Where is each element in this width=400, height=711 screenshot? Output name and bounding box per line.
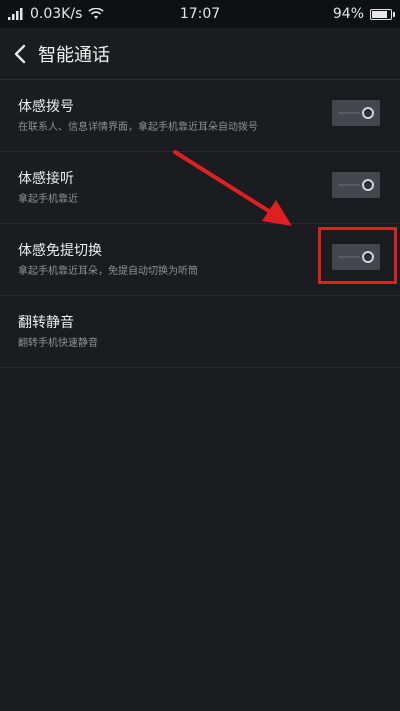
setting-title: 体感接听 — [18, 171, 74, 187]
setting-title: 体感拨号 — [18, 99, 74, 115]
toggle-track — [338, 256, 360, 258]
setting-description: 在联系人、信息详情界面，拿起手机靠近耳朵自动拨号 — [18, 122, 258, 133]
motion-speaker-switch-toggle[interactable] — [332, 244, 380, 270]
toggle-knob — [362, 107, 374, 119]
wifi-icon — [88, 8, 104, 19]
setting-row-flip-mute[interactable]: 翻转静音 翻转手机快速静音 — [0, 296, 400, 368]
battery-level-fill — [372, 10, 387, 18]
battery-percent: 94% — [332, 6, 364, 22]
toggle-track — [338, 112, 360, 114]
setting-description: 拿起手机靠近耳朵，免提自动切换为听筒 — [18, 266, 198, 277]
page-title: 智能通话 — [38, 45, 110, 66]
status-right: 94% — [332, 0, 395, 28]
toggle-track — [338, 184, 360, 186]
battery-icon — [370, 8, 395, 20]
setting-description: 拿起手机靠近 — [18, 194, 78, 205]
settings-list: 体感拨号 在联系人、信息详情界面，拿起手机靠近耳朵自动拨号 体感接听 拿起手机靠… — [0, 80, 400, 368]
signal-icon — [8, 8, 23, 20]
header: 智能通话 — [0, 28, 400, 80]
motion-answer-toggle[interactable] — [332, 172, 380, 198]
back-button[interactable] — [6, 36, 34, 72]
status-bar: 0.03K/s 17:07 94% — [0, 0, 400, 28]
clock: 17:07 — [179, 6, 221, 22]
setting-row-motion-speaker-switch[interactable]: 体感免提切换 拿起手机靠近耳朵，免提自动切换为听筒 — [0, 224, 400, 296]
setting-title: 翻转静音 — [18, 315, 74, 331]
network-speed: 0.03K/s — [30, 6, 83, 22]
setting-title: 体感免提切换 — [18, 243, 102, 259]
setting-description: 翻转手机快速静音 — [18, 338, 98, 349]
motion-dial-toggle[interactable] — [332, 100, 380, 126]
status-left: 0.03K/s — [8, 0, 104, 28]
toggle-knob — [362, 179, 374, 191]
setting-row-motion-answer[interactable]: 体感接听 拿起手机靠近 — [0, 152, 400, 224]
setting-row-motion-dial[interactable]: 体感拨号 在联系人、信息详情界面，拿起手机靠近耳朵自动拨号 — [0, 80, 400, 152]
toggle-knob — [362, 251, 374, 263]
chevron-left-icon — [14, 44, 26, 64]
